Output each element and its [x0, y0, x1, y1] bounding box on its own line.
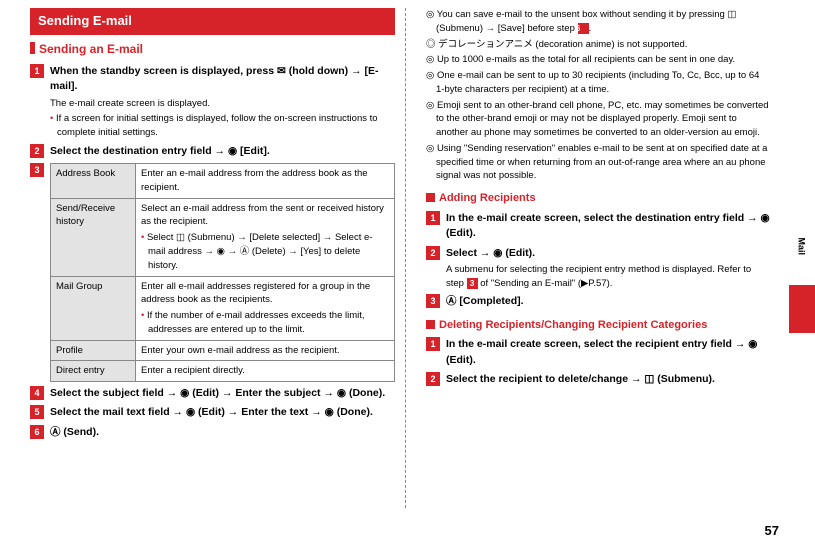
- step-number: 4: [30, 386, 44, 400]
- step-6: 6 Ⓐ (Send).: [30, 425, 395, 440]
- table-desc: Enter your own e-mail address as the rec…: [136, 340, 395, 361]
- step-number: 1: [426, 211, 440, 225]
- step-text: When the standby screen is displayed, pr…: [50, 64, 395, 94]
- left-column: Sending E-mail Sending an E-mail 1 When …: [30, 8, 395, 508]
- step-text: Ⓐ (Send).: [50, 425, 99, 440]
- note: Emoji sent to an other-brand cell phone,…: [426, 99, 770, 140]
- table-label: Direct entry: [51, 361, 136, 382]
- table-label: Profile: [51, 340, 136, 361]
- step-number: 1: [426, 337, 440, 351]
- step-4: 4 Select the subject field → ◉ (Edit) → …: [30, 386, 395, 401]
- step-text: Select the subject field → ◉ (Edit) → En…: [50, 386, 385, 401]
- step-text: Ⓐ [Completed].: [446, 294, 524, 309]
- step-number: 1: [30, 64, 44, 78]
- add-step-2: 2 Select → ◉ (Edit).: [426, 246, 770, 261]
- step-3: 3 Address BookEnter an e-mail address fr…: [30, 163, 395, 382]
- step-text: Select the destination entry field → ◉ […: [50, 144, 270, 159]
- note: Up to 1000 e-mails as the total for all …: [426, 53, 770, 67]
- add-step-3: 3 Ⓐ [Completed].: [426, 294, 770, 309]
- heading-sub: Sending an E-mail: [30, 41, 395, 58]
- heading-main: Sending E-mail: [30, 8, 395, 35]
- step-text: Select → ◉ (Edit).: [446, 246, 535, 261]
- step-text: In the e-mail create screen, select the …: [446, 211, 770, 241]
- step-bullet: If a screen for initial settings is disp…: [50, 112, 395, 140]
- table-label: Mail Group: [51, 276, 136, 340]
- step-number: 2: [426, 246, 440, 260]
- step-note: A submenu for selecting the recipient en…: [446, 263, 770, 291]
- table-desc: Select an e-mail address from the sent o…: [136, 198, 395, 276]
- step-number: 6: [30, 425, 44, 439]
- step-text: Select the mail text field → ◉ (Edit) → …: [50, 405, 373, 420]
- side-tab: [789, 285, 815, 333]
- table-label: Address Book: [51, 164, 136, 199]
- del-step-1: 1 In the e-mail create screen, select th…: [426, 337, 770, 367]
- heading-deleting: Deleting Recipients/Changing Recipient C…: [426, 318, 770, 334]
- step-number: 2: [426, 372, 440, 386]
- notes-block: You can save e-mail to the unsent box wi…: [426, 8, 770, 183]
- note: デコレーションアニメ (decoration anime) is not sup…: [426, 38, 770, 52]
- heading-adding: Adding Recipients: [426, 191, 770, 207]
- step-number: 3: [426, 294, 440, 308]
- right-column: You can save e-mail to the unsent box wi…: [405, 8, 770, 508]
- options-table: Address BookEnter an e-mail address from…: [50, 163, 395, 382]
- step-1: 1 When the standby screen is displayed, …: [30, 64, 395, 94]
- step-2: 2 Select the destination entry field → ◉…: [30, 144, 395, 159]
- del-step-2: 2 Select the recipient to delete/change …: [426, 372, 770, 387]
- table-desc: Enter all e-mail addresses registered fo…: [136, 276, 395, 340]
- step-note: The e-mail create screen is displayed.: [50, 97, 395, 111]
- step-5: 5 Select the mail text field → ◉ (Edit) …: [30, 405, 395, 420]
- step-number: 2: [30, 144, 44, 158]
- note: Using "Sending reservation" enables e-ma…: [426, 142, 770, 183]
- note: You can save e-mail to the unsent box wi…: [426, 8, 770, 36]
- step-text: Select the recipient to delete/change → …: [446, 372, 715, 387]
- step-number: 5: [30, 405, 44, 419]
- step-text: In the e-mail create screen, select the …: [446, 337, 770, 367]
- page-number: 57: [765, 522, 779, 541]
- side-tab-label: Mail: [795, 237, 808, 255]
- step-number: 3: [30, 163, 44, 177]
- table-desc: Enter an e-mail address from the address…: [136, 164, 395, 199]
- add-step-1: 1 In the e-mail create screen, select th…: [426, 211, 770, 241]
- table-label: Send/Receive history: [51, 198, 136, 276]
- note: One e-mail can be sent to up to 30 recip…: [426, 69, 770, 97]
- table-desc: Enter a recipient directly.: [136, 361, 395, 382]
- page-content: Sending E-mail Sending an E-mail 1 When …: [0, 0, 815, 516]
